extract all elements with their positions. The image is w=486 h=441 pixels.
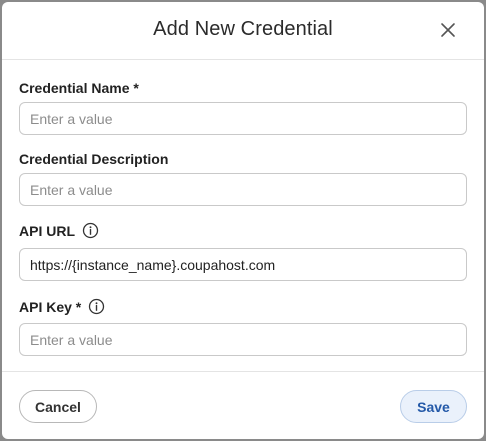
api-url-label-row: API URL	[19, 222, 99, 239]
credential-description-input[interactable]	[19, 173, 467, 206]
info-icon[interactable]	[88, 298, 105, 315]
info-icon[interactable]	[82, 222, 99, 239]
cancel-button[interactable]: Cancel	[19, 390, 97, 423]
api-key-label-row: API Key *	[19, 298, 105, 315]
dialog-footer: Cancel Save	[2, 371, 484, 439]
credential-name-input[interactable]	[19, 102, 467, 135]
close-icon	[441, 23, 455, 37]
api-key-input[interactable]	[19, 323, 467, 356]
add-credential-dialog: Add New Credential Credential Name * Cre…	[2, 2, 484, 439]
credential-name-label: Credential Name *	[19, 80, 139, 96]
dialog-header: Add New Credential	[2, 2, 484, 60]
save-button[interactable]: Save	[400, 390, 467, 423]
dialog-title: Add New Credential	[153, 18, 333, 40]
close-button[interactable]	[438, 20, 458, 40]
credential-description-label: Credential Description	[19, 151, 169, 167]
api-url-input[interactable]	[19, 248, 467, 281]
dialog-body: Credential Name * Credential Description…	[2, 60, 484, 371]
api-url-label: API URL	[19, 222, 75, 239]
api-key-label: API Key *	[19, 298, 82, 315]
